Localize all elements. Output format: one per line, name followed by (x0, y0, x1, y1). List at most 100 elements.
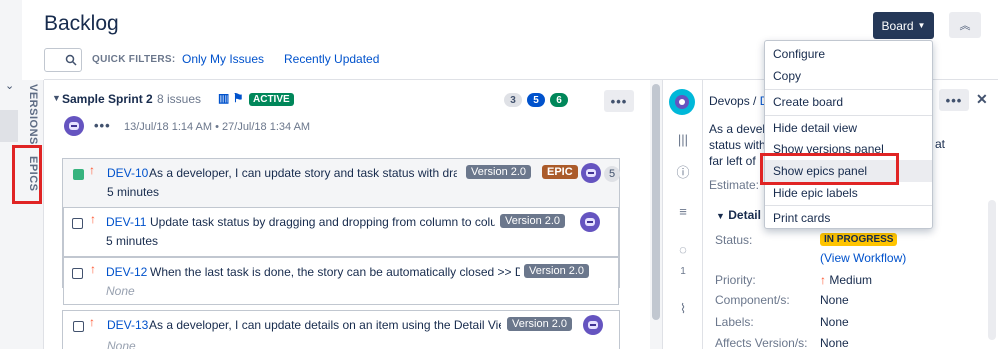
issue-key[interactable]: DEV-10 (107, 166, 148, 180)
field-label-status: Status: (715, 233, 753, 247)
chevron-down-icon[interactable]: ⌄ (5, 79, 14, 92)
epic-badge[interactable]: EPIC (542, 165, 578, 179)
search-icon (65, 54, 77, 66)
attachment-icon[interactable]: ⌇ (674, 300, 692, 318)
flag-icon: ⚑ (232, 91, 244, 105)
columns-icon[interactable]: ||| (674, 130, 692, 148)
subtask-icon (73, 321, 84, 332)
quick-filters-label: QUICK FILTERS: (92, 54, 176, 65)
avatar[interactable] (580, 212, 600, 232)
menu-item-print-cards[interactable]: Print cards (765, 207, 932, 229)
priority-arrow-icon: ↑ (90, 212, 96, 226)
priority-arrow-icon: ↑ (89, 315, 95, 329)
field-value-affects-version[interactable]: None (820, 336, 849, 349)
menu-item-create-board[interactable]: Create board (765, 91, 932, 113)
breadcrumb-project[interactable]: Devops / (709, 94, 756, 108)
detail-more-button[interactable]: ••• (939, 89, 969, 111)
avatar[interactable] (64, 116, 84, 136)
scrollbar-thumb[interactable] (652, 84, 660, 320)
double-chevron-up-icon: ︽ (959, 20, 971, 32)
breadcrumb: Devops / D (709, 94, 768, 108)
description-icon[interactable]: ≡ (674, 202, 692, 220)
table-row[interactable]: ↑ DEV-13 As a developer, I can update de… (62, 310, 620, 349)
in-progress-count-badge: 5 (527, 93, 545, 107)
avatar[interactable] (581, 163, 601, 183)
story-icon (73, 169, 84, 180)
side-panel-tabs: VERSIONS EPICS (22, 80, 44, 349)
description-line: status with (709, 138, 766, 152)
annotation-highlight-epics (12, 145, 42, 204)
issue-key[interactable]: DEV-11 (106, 215, 146, 229)
table-row[interactable]: ↑ DEV-12 When the last task is done, the… (63, 257, 619, 305)
menu-divider (765, 115, 932, 116)
quick-filter-recently-updated[interactable]: Recently Updated (284, 52, 379, 66)
issue-estimate-text: None (106, 284, 135, 298)
close-icon[interactable]: ✕ (976, 91, 988, 108)
menu-item-copy[interactable]: Copy (765, 65, 932, 87)
search-input[interactable] (44, 48, 82, 72)
issue-estimate-text: 5 minutes (107, 185, 160, 199)
issue-estimate-text: 5 minutes (106, 234, 159, 248)
menu-item-hide-epic-labels[interactable]: Hide epic labels (765, 182, 932, 204)
project-avatar[interactable] (669, 89, 695, 115)
sprint-meta: ••• 13/Jul/18 1:14 AM • 27/Jul/18 1:34 A… (64, 116, 484, 140)
jira-backlog-app: ⌄ VERSIONS EPICS Backlog QUICK FILTERS: … (0, 0, 998, 349)
priority-arrow-icon: ↑ (90, 262, 96, 276)
chevron-down-icon: ▼ (716, 211, 725, 221)
detail-nav-rail: ||| ⓘ ≡ ◌ 1 ⌇ (663, 80, 703, 349)
version-badge: Version 2.0 (466, 165, 532, 179)
menu-divider (765, 205, 932, 206)
version-badge: Version 2.0 (500, 214, 566, 228)
issue-key[interactable]: DEV-12 (106, 265, 147, 279)
detail-scrollbar[interactable] (988, 200, 996, 340)
board-button-label: Board (881, 18, 914, 33)
menu-item-hide-detail-view[interactable]: Hide detail view (765, 117, 932, 139)
status-badge[interactable]: IN PROGRESS (820, 233, 898, 246)
priority-arrow-icon: ↑ (89, 163, 95, 177)
backlog-panel: ▼ Sample Sprint 2 8 issues ▥ ⚑ ACTIVE 3 … (44, 80, 650, 349)
priority-value: Medium (829, 273, 873, 287)
done-count-badge: 6 (550, 93, 568, 107)
sprint-issue-count: 8 issues (157, 92, 202, 106)
subtask-icon (72, 218, 83, 229)
sprint-more-button[interactable]: ••• (604, 90, 634, 112)
field-value-components[interactable]: None (820, 293, 849, 307)
estimate-label: Estimate: (709, 178, 760, 192)
issue-key[interactable]: DEV-13 (107, 318, 148, 332)
sprint-actions-dots[interactable]: ••• (94, 118, 111, 133)
sprint-name: Sample Sprint 2 (62, 92, 153, 106)
caret-down-icon: ▼ (917, 21, 926, 30)
chevron-down-icon[interactable]: ▼ (52, 93, 61, 103)
table-row[interactable]: ↑ DEV-11 Update task status by dragging … (63, 207, 619, 257)
field-value-labels[interactable]: None (820, 315, 849, 329)
backlog-scrollbar[interactable] (650, 80, 662, 349)
description-line: As a develo (709, 122, 772, 136)
sprint-icons: ▥ ⚑ (218, 91, 243, 105)
details-section-title[interactable]: ▼ Detail (716, 208, 761, 222)
info-icon[interactable]: ⓘ (674, 162, 692, 180)
field-value-priority[interactable]: ↑ Medium (820, 273, 872, 287)
rail-selected-block[interactable] (0, 110, 18, 142)
annotation-highlight-show-epics-panel (760, 153, 899, 185)
subtask-icon (72, 268, 83, 279)
issue-summary: When the last task is done, the story ca… (150, 265, 520, 279)
field-label-priority: Priority: (715, 273, 756, 287)
quick-filter-only-my-issues[interactable]: Only My Issues (182, 52, 264, 66)
board-button[interactable]: Board ▼ (873, 12, 934, 39)
comment-icon[interactable]: ◌ (674, 240, 692, 258)
versions-tab[interactable]: VERSIONS (22, 84, 44, 145)
sprint-header[interactable]: ▼ Sample Sprint 2 8 issues ▥ ⚑ ACTIVE 3 … (44, 88, 650, 112)
view-workflow-link[interactable]: (View Workflow) (820, 251, 906, 265)
avatar[interactable] (583, 315, 603, 335)
comment-count: 1 (680, 265, 686, 277)
todo-count-badge: 3 (504, 93, 522, 107)
issue-summary: As a developer, I can update story and t… (149, 166, 457, 180)
collapse-header-button[interactable]: ︽ (949, 12, 981, 38)
page-title: Backlog (44, 12, 119, 35)
issue-estimate-text: None (107, 339, 136, 349)
field-label-affects-version: Affects Version/s: (715, 336, 808, 349)
table-row[interactable]: ↑ DEV-10 As a developer, I can update st… (62, 158, 621, 305)
issue-list: ↑ DEV-10 As a developer, I can update st… (62, 158, 621, 349)
version-badge: Version 2.0 (524, 264, 590, 278)
menu-item-configure[interactable]: Configure (765, 43, 932, 65)
